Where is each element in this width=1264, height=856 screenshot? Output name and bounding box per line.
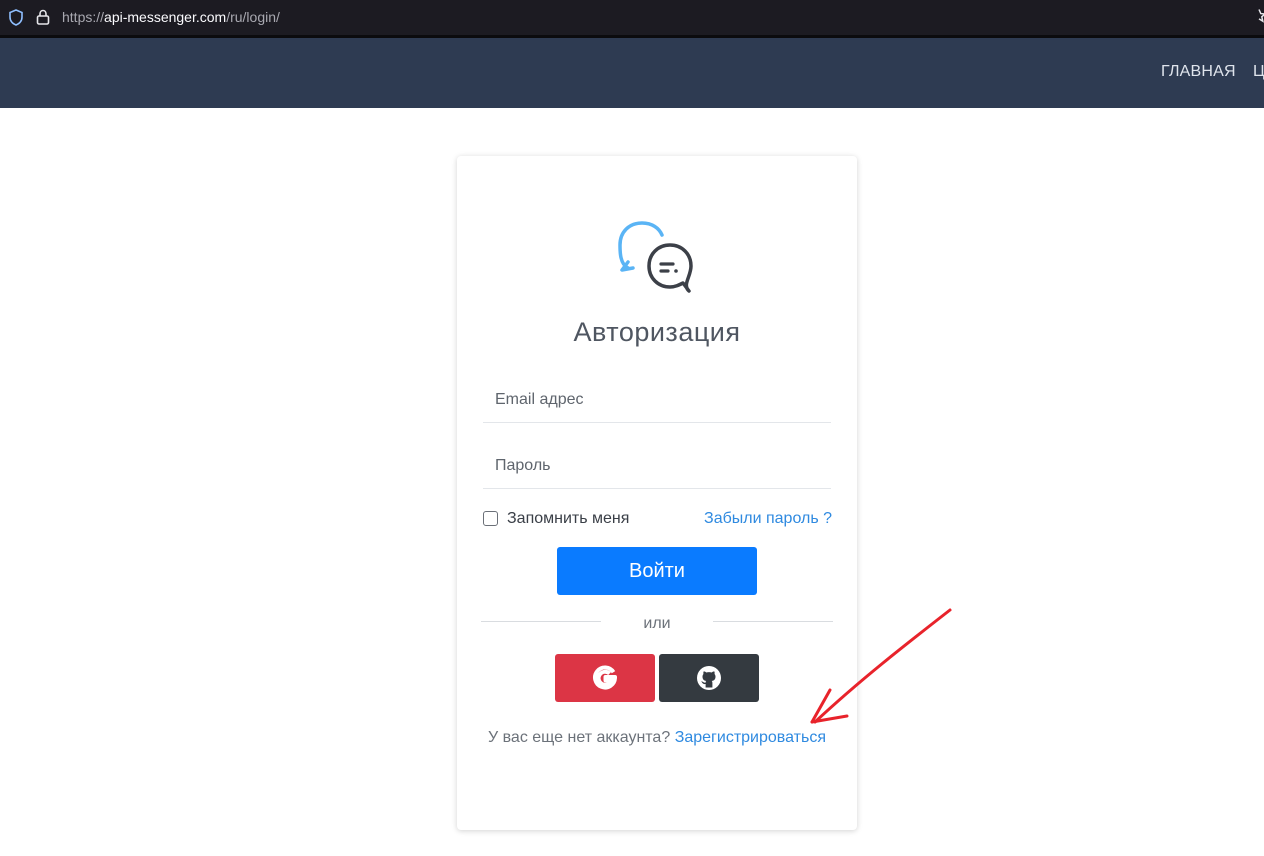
google-login-button[interactable] <box>555 654 655 702</box>
shield-icon[interactable] <box>8 9 24 31</box>
github-login-button[interactable] <box>659 654 759 702</box>
url-scheme: https:// <box>62 9 105 25</box>
login-title: Авторизация <box>573 317 741 347</box>
lock-icon[interactable] <box>36 9 50 30</box>
url-path: /ru/login/ <box>226 9 280 25</box>
nav-item-home[interactable]: ГЛАВНАЯ <box>1161 63 1236 81</box>
nav-item-partial[interactable]: Ц <box>1253 63 1264 81</box>
divider-right <box>713 621 833 622</box>
remember-me-label[interactable]: Запомнить меня <box>507 510 629 528</box>
signup-row: У вас еще нет аккаунта? Зарегистрировать… <box>457 729 857 747</box>
email-input[interactable] <box>483 378 831 423</box>
forgot-password-link[interactable]: Забыли пароль ? <box>704 510 832 528</box>
or-separator-text: или <box>643 615 671 632</box>
google-icon <box>555 665 655 691</box>
site-header: ГЛАВНАЯ Ц <box>0 38 1264 108</box>
chat-bubbles-logo-icon <box>615 218 697 299</box>
login-card: Авторизация Запомнить меня Забыли пароль… <box>457 156 857 830</box>
signup-link[interactable]: Зарегистрироваться <box>675 729 826 746</box>
url-domain: api-messenger.com <box>104 9 227 25</box>
github-icon <box>659 665 759 691</box>
bookmark-star-icon[interactable] <box>1252 8 1264 29</box>
browser-address-bar: https://api-messenger.com/ru/login/ <box>0 0 1264 35</box>
remember-me-checkbox[interactable] <box>483 511 498 526</box>
url-field[interactable]: https://api-messenger.com/ru/login/ <box>62 9 280 25</box>
login-button[interactable]: Войти <box>557 547 757 595</box>
password-input[interactable] <box>483 444 831 489</box>
signup-prompt: У вас еще нет аккаунта? <box>488 729 671 746</box>
